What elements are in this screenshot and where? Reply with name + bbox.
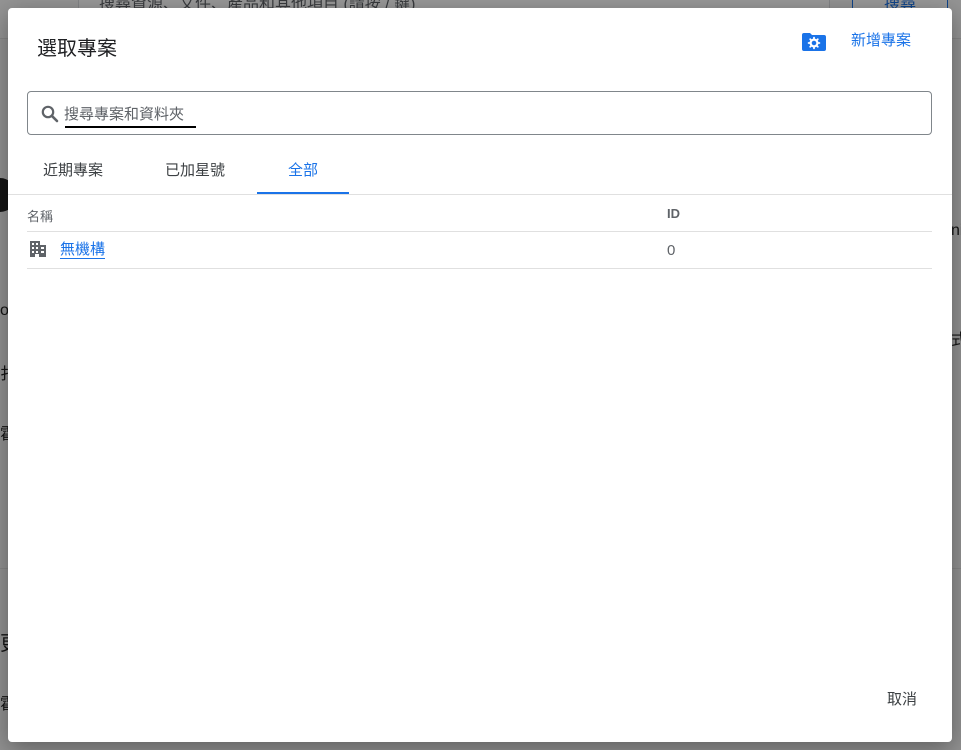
tab-starred[interactable]: 已加星號 (149, 156, 241, 194)
new-project-link[interactable]: 新增專案 (851, 29, 911, 50)
project-tabs: 近期專案 已加星號 全部 (8, 156, 952, 195)
project-table: 名稱 ID 無機構 0 (27, 196, 932, 269)
table-row[interactable]: 無機構 0 (27, 232, 932, 269)
organization-name-link[interactable]: 無機構 (60, 241, 106, 259)
building-icon (30, 241, 46, 257)
folder-gear-icon (802, 33, 826, 51)
table-header: 名稱 ID (27, 196, 932, 232)
organization-id: 0 (667, 242, 676, 259)
manage-resources-button[interactable] (801, 31, 827, 53)
tab-all[interactable]: 全部 (257, 156, 349, 194)
column-header-id: ID (667, 206, 680, 221)
column-header-name: 名稱 (27, 209, 54, 224)
search-icon (41, 105, 59, 123)
dialog-title: 選取專案 (37, 38, 117, 60)
select-project-dialog: 選取專案 新增專案 近期專案 已加星號 (8, 8, 952, 742)
search-input-underline (65, 126, 196, 128)
tab-recent[interactable]: 近期專案 (27, 156, 119, 194)
cancel-button[interactable]: 取消 (872, 686, 932, 714)
project-search-box[interactable] (27, 91, 932, 135)
search-input[interactable] (64, 102, 904, 126)
